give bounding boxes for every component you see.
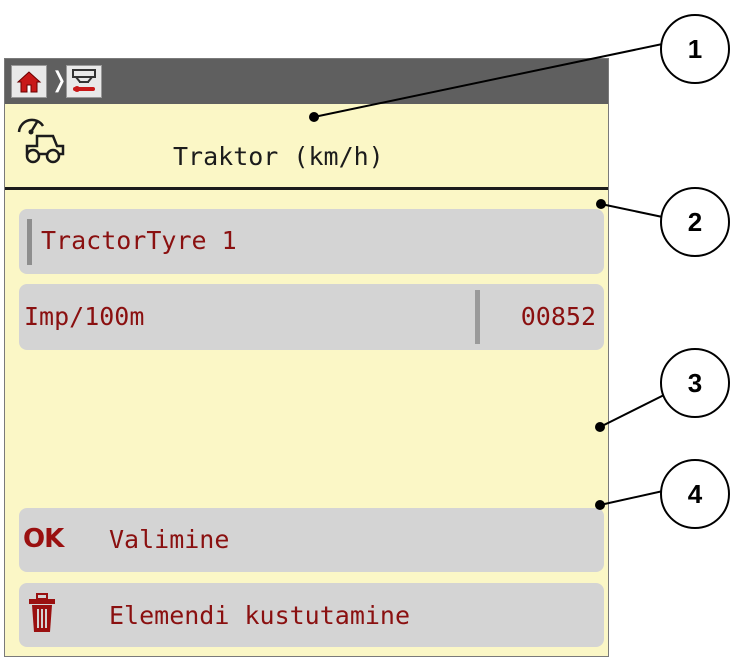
callout-dot-2 [596,199,606,209]
select-button[interactable]: OK Valimine [19,508,604,572]
callout-4: 4 [660,459,730,529]
callout-2: 2 [660,187,730,257]
title-bar: Traktor (km/h) [5,104,608,190]
leader-line-3 [599,390,673,428]
terminal-screen: ❭ Traktor (km/h) TractorTyre 1 Imp/100m … [4,58,609,657]
value-divider [475,290,480,344]
page-title: Traktor (km/h) [173,142,384,171]
top-bar: ❭ [5,59,608,104]
home-icon [16,70,42,92]
delete-item-label: Elemendi kustutamine [109,601,411,630]
impulses-value: 00852 [520,302,596,331]
callout-dot-3 [595,422,605,432]
impulses-label: Imp/100m [24,302,145,331]
machine-settings-button[interactable] [66,65,102,98]
tractor-tyre-row[interactable]: TractorTyre 1 [19,209,604,274]
impulses-row[interactable]: Imp/100m 00852 [19,284,604,350]
selection-marker [27,219,32,265]
home-button[interactable] [11,65,47,98]
tractor-tyre-label: TractorTyre 1 [41,226,237,255]
trash-icon [29,593,55,632]
tractor-speed-icon [17,118,65,164]
callout-dot-1 [309,112,319,122]
delete-item-button[interactable]: Elemendi kustutamine [19,583,604,647]
callout-dot-4 [595,500,605,510]
spreader-settings-icon [72,68,96,92]
callout-3: 3 [660,348,730,418]
callout-1: 1 [660,14,730,84]
ok-key-icon: OK [23,524,64,554]
select-label: Valimine [109,525,230,554]
